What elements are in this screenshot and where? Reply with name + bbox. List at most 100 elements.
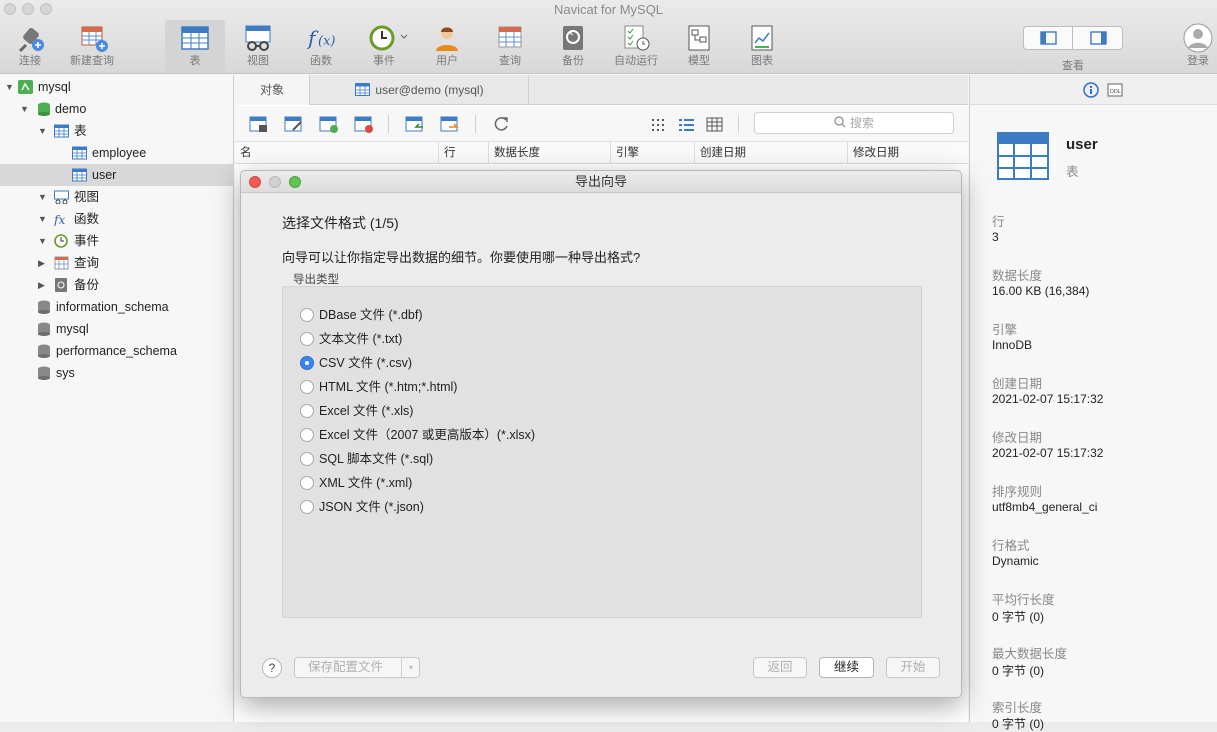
tree-item-backups[interactable]: ▶ 备份 [0,274,234,296]
expand-arrow-icon[interactable]: ▼ [5,76,14,98]
collapse-arrow-icon[interactable]: ▶ [38,274,45,296]
tree-item-information-schema[interactable]: information_schema [0,296,234,318]
tab-user-table[interactable]: user@demo (mysql) [311,75,529,105]
chart-button[interactable]: 图表 [732,20,792,72]
radio-button[interactable] [300,380,314,394]
column-header-data-length[interactable]: 数据长度 [488,142,610,164]
automation-button[interactable]: 自动运行 [606,20,666,72]
tree-item-views[interactable]: ▼ 视图 [0,186,234,208]
query-button[interactable]: 查询 [480,20,540,72]
new-query-button[interactable]: 新建查询 [62,20,122,72]
expand-arrow-icon[interactable]: ▼ [38,208,47,230]
continue-button[interactable]: 继续 [819,657,874,678]
column-header-engine[interactable]: 引擎 [610,142,694,164]
tree-item-functions[interactable]: ▼ fx 函数 [0,208,234,230]
column-header-modified[interactable]: 修改日期 [847,142,968,164]
radio-button[interactable] [300,308,314,322]
tree-item-label: 事件 [74,234,100,248]
view-icon [245,25,271,51]
radio-button[interactable] [300,476,314,490]
radio-button[interactable] [300,500,314,514]
expand-arrow-icon[interactable]: ▼ [38,120,47,142]
model-button[interactable]: 模型 [669,20,729,72]
function-button[interactable]: f (x) 函数 [291,20,351,72]
toggle-right-panel-button[interactable] [1074,27,1123,49]
back-label: 返回 [767,660,793,674]
radio-button[interactable] [300,332,314,346]
grid-view-icon[interactable] [649,115,669,133]
toolbar-divider [475,115,476,133]
prop-value-row-format: Dynamic [992,554,1039,568]
database-icon [38,344,50,358]
collapse-arrow-icon[interactable]: ▶ [38,252,45,274]
back-button[interactable]: 返回 [753,657,807,678]
radio-button-selected[interactable] [300,356,314,370]
column-header-rows[interactable]: 行 [438,142,488,164]
chevron-down-icon[interactable]: ▾ [401,658,420,677]
tree-item-performance-schema[interactable]: performance_schema [0,340,234,362]
login-button[interactable]: 登录 [1168,20,1217,72]
view-button[interactable]: 视图 [228,20,288,72]
tree-item-employee[interactable]: employee [0,142,234,164]
event-label: 事件 [373,55,395,67]
new-query-icon [81,26,108,52]
info-icon[interactable] [1083,82,1099,98]
prop-label-data-length: 数据长度 [992,269,1043,283]
tree-item-queries[interactable]: ▶ 查询 [0,252,234,274]
tree-item-mysql-connection[interactable]: ▼ mysql [0,76,234,98]
dialog-minimize-button[interactable] [269,176,281,188]
tree-item-events[interactable]: ▼ 事件 [0,230,234,252]
table-button[interactable]: 表 [165,20,225,72]
database-icon [38,102,50,116]
search-input[interactable]: 搜索 [754,112,954,134]
open-table-icon[interactable] [249,115,269,133]
table-icon [72,146,87,160]
save-profile-button[interactable]: 保存配置文件 ▾ [294,657,420,678]
prop-value-engine: InnoDB [992,338,1033,352]
database-icon [38,300,50,314]
new-table-icon[interactable] [319,115,339,133]
expand-arrow-icon[interactable]: ▼ [38,230,47,252]
detail-view-icon[interactable] [705,115,725,133]
tree-item-label: employee [92,146,147,160]
dialog-close-button[interactable] [249,176,261,188]
tree-item-tables[interactable]: ▼ 表 [0,120,234,142]
import-icon[interactable] [405,115,425,133]
export-icon[interactable] [440,115,460,133]
tab-objects[interactable]: 对象 [235,75,310,105]
help-button[interactable]: ? [262,658,282,678]
backup-label: 备份 [562,55,584,67]
tree-item-mysql-db[interactable]: mysql [0,318,234,340]
design-table-icon[interactable] [284,115,304,133]
view-toggle-label: 查看 [1062,60,1084,72]
tree-item-demo[interactable]: ▼ demo [0,98,234,120]
ddl-icon[interactable]: DDL [1107,82,1123,98]
expand-arrow-icon[interactable]: ▼ [20,98,29,120]
database-icon [38,322,50,336]
start-button[interactable]: 开始 [886,657,940,678]
export-type-group: DBase 文件 (*.dbf) 文本文件 (*.txt) CSV 文件 (*.… [282,286,922,618]
expand-arrow-icon[interactable]: ▼ [38,186,47,208]
view-icon [54,190,69,204]
delete-table-icon[interactable] [354,115,374,133]
toggle-left-panel-button[interactable] [1024,27,1073,49]
tree-item-user[interactable]: user [0,164,234,186]
function-icon: fx [54,213,65,226]
tree-item-label: mysql [56,322,89,336]
user-label: 用户 [436,55,458,67]
radio-button[interactable] [300,428,314,442]
radio-button[interactable] [300,452,314,466]
refresh-icon[interactable] [492,115,512,133]
backup-button[interactable]: 备份 [543,20,603,72]
user-button[interactable]: 用户 [417,20,477,72]
connect-button[interactable]: 连接 [0,20,60,72]
column-header-name[interactable]: 名 [235,142,438,164]
column-header-created[interactable]: 创建日期 [694,142,847,164]
dialog-zoom-button[interactable] [289,176,301,188]
navicat-window: Navicat for MySQL 连接 新建查询 表 视图 f (x) 函数 事… [0,0,1217,731]
radio-button[interactable] [300,404,314,418]
list-view-icon[interactable] [677,115,697,133]
table-icon [355,83,371,96]
tree-item-sys[interactable]: sys [0,362,234,384]
event-button[interactable]: 事件 [354,20,414,72]
